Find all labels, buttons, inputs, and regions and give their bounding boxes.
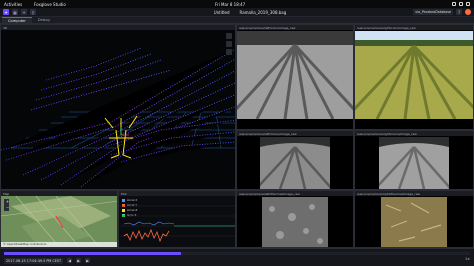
- plot-canvas[interactable]: [119, 196, 236, 248]
- os-top-bar: Activities Foxglove Studio Fri Mar 8 18:…: [0, 0, 474, 8]
- camera-image-field-color: [355, 31, 473, 119]
- 3d-view-tools: [226, 33, 232, 55]
- camera-image-row-mono-left: [260, 137, 330, 189]
- data-source-filename[interactable]: Ramalla_2019_308.bag: [240, 10, 287, 15]
- panel-title[interactable]: /sensors/camera/right/thermal/image_raw: [355, 191, 473, 196]
- clock-label[interactable]: Fri Mar 8 18:47: [215, 2, 245, 7]
- app-name-label: Foxglove Studio: [34, 1, 66, 7]
- layout-icon[interactable]: ▦: [12, 9, 18, 15]
- zoom-in-icon[interactable]: +: [5, 199, 10, 204]
- camera-panel-1[interactable]: /sensors/camera/left/color/image_raw: [236, 24, 354, 130]
- app-toolbar: ✦ ▦ + ⟨⟩ Untitled Ramalla_2019_308.bag v…: [0, 8, 474, 17]
- add-panel-icon[interactable]: +: [21, 9, 27, 15]
- camera-image-row-mono-right: [379, 137, 449, 189]
- volume-icon[interactable]: [459, 2, 463, 6]
- point-cloud: [1, 47, 235, 188]
- 3d-scene[interactable]: [1, 30, 236, 190]
- publish-point-icon[interactable]: [226, 49, 232, 55]
- camera-image-ground-color: [381, 197, 447, 247]
- variables-icon[interactable]: ⟨⟩: [30, 9, 36, 15]
- 3d-panel[interactable]: 3D: [0, 24, 236, 190]
- network-icon[interactable]: [452, 2, 456, 6]
- plot-panel[interactable]: Plot Accel X Accel Y Accel Z Gyro X: [118, 190, 236, 248]
- foxglove-logo-icon[interactable]: ✦: [3, 9, 9, 15]
- data-source-pill[interactable]: via_PandoraDatabase: [413, 9, 453, 15]
- panel-title[interactable]: /sensors/camera/right/mono/image_raw: [355, 131, 473, 136]
- help-icon[interactable]: ?: [456, 9, 462, 15]
- map-attribution: © OpenStreetMap contributors: [3, 242, 47, 246]
- current-time-display[interactable]: 2017-06-15 17:04:49.5 PM CEST: [4, 257, 64, 264]
- camera-panel-3[interactable]: /sensors/camera/left/mono/image_raw: [236, 130, 354, 190]
- camera-panel-5[interactable]: /sensors/camera/left/thermal/image_raw: [236, 190, 354, 248]
- tab-computer[interactable]: Computer: [2, 17, 32, 23]
- panel-title[interactable]: /sensors/camera/left/mono/image_raw: [237, 131, 353, 136]
- camera-panel-2[interactable]: /sensors/camera/right/color/image_raw: [354, 24, 474, 130]
- timeline-progress: [4, 252, 182, 255]
- camera-panel-4[interactable]: /sensors/camera/right/mono/image_raw: [354, 130, 474, 190]
- satellite-map[interactable]: [1, 196, 118, 248]
- power-icon[interactable]: [466, 2, 470, 6]
- tab-debug[interactable]: Debug: [32, 17, 56, 23]
- layout-tab-bar: Computer Debug: [0, 17, 474, 24]
- panel-title[interactable]: /sensors/camera/right/color/image_raw: [355, 25, 473, 30]
- camera-panel-6[interactable]: /sensors/camera/right/thermal/image_raw: [354, 190, 474, 248]
- view-3d-icon[interactable]: [226, 33, 232, 39]
- ruler-icon[interactable]: [226, 41, 232, 47]
- panel-title[interactable]: /sensors/camera/left/thermal/image_raw: [237, 191, 353, 196]
- timeline-scrubber[interactable]: [4, 252, 470, 255]
- avatar[interactable]: [465, 9, 471, 15]
- playback-bar: 2017-06-15 17:04:49.5 PM CEST ◀ ▶ ▶ 1×: [0, 248, 474, 266]
- system-tray[interactable]: [452, 2, 470, 6]
- map-panel[interactable]: Map + − © OpenStreetMap contributors: [0, 190, 118, 248]
- layout-label[interactable]: Untitled: [214, 10, 230, 15]
- play-icon[interactable]: ▶: [76, 258, 82, 263]
- zoom-out-icon[interactable]: −: [5, 205, 10, 210]
- camera-image-field-mono: [237, 31, 353, 119]
- panel-title[interactable]: /sensors/camera/left/color/image_raw: [237, 25, 353, 30]
- seek-forward-icon[interactable]: ▶: [85, 258, 91, 263]
- playback-speed[interactable]: 1×: [465, 257, 470, 261]
- seek-back-icon[interactable]: ◀: [67, 258, 73, 263]
- camera-image-ground-mono: [262, 197, 328, 247]
- activities-button[interactable]: Activities: [4, 2, 22, 7]
